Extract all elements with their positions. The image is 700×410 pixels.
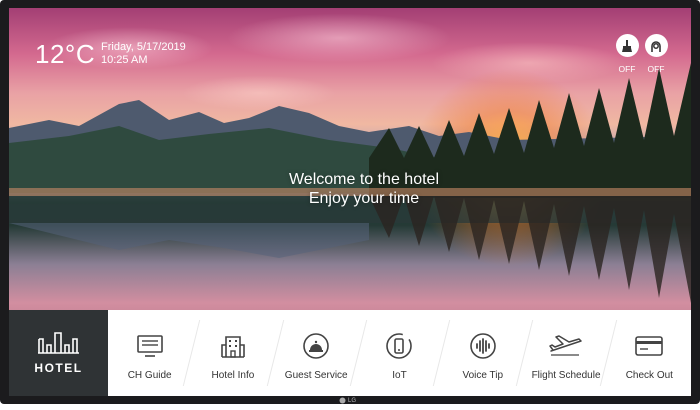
do-not-disturb-icon	[615, 34, 639, 57]
welcome-message: Welcome to the hotel Enjoy your time	[239, 170, 489, 208]
hotel-logo-tile[interactable]: HOTEL	[9, 310, 108, 396]
menu-item-label: Flight Schedule	[531, 370, 601, 381]
date-text: Friday, 5/17/2019	[101, 41, 186, 53]
menu-item-label: IoT	[392, 370, 407, 381]
phone-icon	[385, 331, 413, 361]
menu-bar: HOTEL CH Guide Hotel Info Guest Service …	[9, 310, 691, 396]
menu-item-voice-tip[interactable]: Voice Tip	[441, 310, 524, 396]
makeup-room-icon	[644, 34, 668, 57]
card-icon	[634, 331, 664, 361]
menu-item-check-out[interactable]: Check Out	[608, 310, 691, 396]
hotel-logo-icon	[37, 332, 79, 354]
makeup-room-toggle[interactable]: OFF	[641, 34, 671, 74]
menu-item-iot[interactable]: IoT	[358, 310, 441, 396]
hotel-logo-label: HOTEL	[34, 361, 83, 375]
menu-item-ch-guide[interactable]: CH Guide	[108, 310, 191, 396]
menu-item-label: Hotel Info	[211, 370, 255, 381]
time-text: 10:25 AM	[101, 54, 148, 66]
menu-item-hotel-info[interactable]: Hotel Info	[191, 310, 274, 396]
menu-item-label: Voice Tip	[462, 370, 504, 381]
airplane-icon	[549, 331, 583, 361]
building-icon	[220, 331, 246, 361]
app-menu: CH Guide Hotel Info Guest Service IoT Vo…	[108, 310, 691, 396]
microphone-icon	[469, 331, 497, 361]
makeup-room-state: OFF	[647, 64, 665, 74]
menu-item-label: CH Guide	[127, 370, 172, 381]
temperature-display: 12°C	[35, 39, 96, 69]
menu-item-flight-schedule[interactable]: Flight Schedule	[524, 310, 607, 396]
lg-logo: LG	[339, 397, 356, 404]
tv-icon	[136, 331, 164, 361]
menu-item-label: Guest Service	[284, 370, 348, 381]
do-not-disturb-toggle[interactable]: OFF	[612, 34, 642, 74]
welcome-title: Welcome to the hotel	[288, 171, 439, 188]
date-time: Friday, 5/17/2019 10:25 AM	[101, 41, 186, 67]
menu-item-label: Check Out	[625, 370, 673, 381]
menu-item-guest-service[interactable]: Guest Service	[275, 310, 358, 396]
lg-logo-icon	[339, 397, 346, 404]
lg-logo-text: LG	[348, 397, 357, 404]
do-not-disturb-state: OFF	[618, 64, 636, 74]
welcome-subtitle: Enjoy your time	[308, 190, 420, 207]
bell-icon	[302, 331, 330, 361]
